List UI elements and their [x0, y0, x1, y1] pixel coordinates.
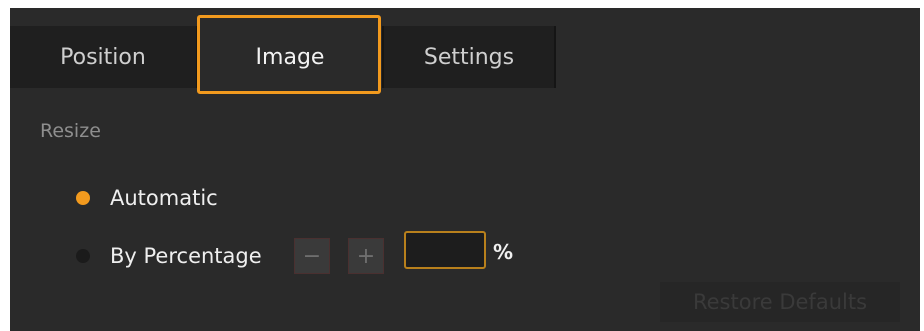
resize-section-label: Resize	[40, 120, 101, 142]
tab-bar: Position Image Settings	[10, 8, 920, 94]
tab-image-label: Image	[255, 44, 325, 70]
image-settings-panel: Position Image Settings Resize Automatic…	[10, 8, 920, 331]
automatic-radio-option[interactable]: Automatic	[76, 182, 218, 214]
tab-position[interactable]: Position	[10, 26, 198, 88]
plus-icon: +	[356, 243, 376, 269]
by-percentage-radio-button[interactable]	[76, 249, 90, 263]
tab-settings[interactable]: Settings	[382, 26, 556, 88]
percentage-input[interactable]	[404, 231, 486, 269]
automatic-radio-button[interactable]	[76, 191, 90, 205]
tab-settings-label: Settings	[423, 44, 515, 70]
restore-defaults-label: Restore Defaults	[692, 290, 868, 314]
automatic-radio-label: Automatic	[110, 186, 218, 210]
by-percentage-radio-option[interactable]: By Percentage	[76, 240, 262, 272]
minus-icon: −	[302, 243, 322, 269]
percent-symbol: %	[493, 240, 514, 264]
tab-position-label: Position	[60, 44, 146, 70]
decrease-percentage-button[interactable]: −	[294, 238, 330, 274]
restore-defaults-button[interactable]: Restore Defaults	[660, 282, 900, 322]
tab-image[interactable]: Image	[198, 26, 382, 88]
increase-percentage-button[interactable]: +	[348, 238, 384, 274]
by-percentage-radio-label: By Percentage	[110, 244, 262, 268]
